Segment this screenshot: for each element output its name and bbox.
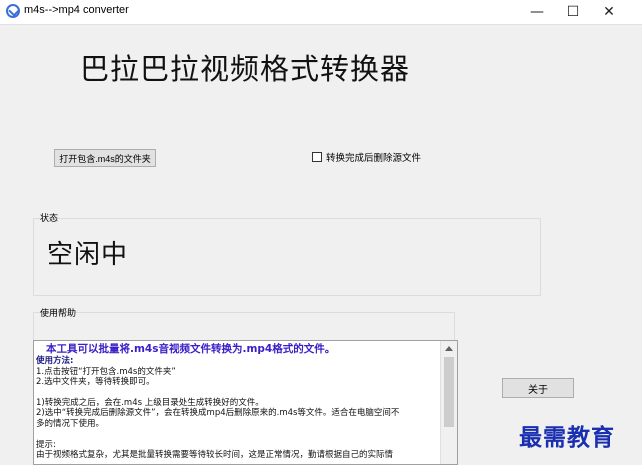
checkbox-label[interactable]: 转换完成后删除源文件 [326,150,421,164]
help-scrollbar[interactable] [440,341,457,464]
open-folder-button[interactable]: 打开包含.m4s的文件夹 [54,149,156,167]
status-value: 空闲中 [47,240,129,270]
help-line: 多的情况下使用。 [36,418,105,429]
help-usage-title: 使用方法: [36,356,74,366]
help-content: 本工具可以批量将.m4s音视频文件转换为.mp4格式的文件。 使用方法: 1.点… [36,343,440,461]
about-button[interactable]: 关于 [502,378,574,398]
close-button[interactable]: ✕ [592,0,626,24]
help-line: 由于视频格式复杂，尤其是批量转换需要等待较长时间，这是正常情况，勤请根据自己的实… [36,450,394,461]
scroll-up-arrow-icon[interactable] [441,341,457,355]
delete-source-checkbox[interactable]: 转换完成后删除源文件 [312,150,421,164]
maximize-button[interactable]: ☐ [556,0,590,24]
watermark-logo: 最需教育 [519,424,615,451]
title-bar: m4s-->mp4 converter — ☐ ✕ [0,0,642,25]
help-group [33,312,455,340]
status-group-label: 状态 [40,214,59,224]
help-line: 2.选中文件夹，等待转换即可。 [36,377,155,388]
help-blank-line [36,430,440,440]
help-line: 1)转换完成之后，会在.m4s 上级目录处生成转换好的文件。 [36,397,264,408]
window-title: m4s-->mp4 converter [24,4,129,16]
checkbox-box[interactable] [312,152,322,162]
app-heading: 巴拉巴拉视频格式转换器 [80,52,411,86]
help-heading: 本工具可以批量将.m4s音视频文件转换为.mp4格式的文件。 [46,343,336,355]
app-logo-icon [6,4,20,18]
help-textarea[interactable]: 本工具可以批量将.m4s音视频文件转换为.mp4格式的文件。 使用方法: 1.点… [33,340,458,465]
scroll-thumb[interactable] [444,357,454,427]
help-line: 2)选中“转换完成后删除源文件”，会在转换成mp4后删除原来的.m4s等文件。适… [36,408,400,419]
minimize-button[interactable]: — [520,0,554,24]
help-line: 1.点击按钮“打开包含.m4s的文件夹” [36,366,176,377]
help-blank-line [36,388,440,398]
help-group-label: 使用帮助 [40,309,77,319]
help-line: 提示: [36,439,56,450]
